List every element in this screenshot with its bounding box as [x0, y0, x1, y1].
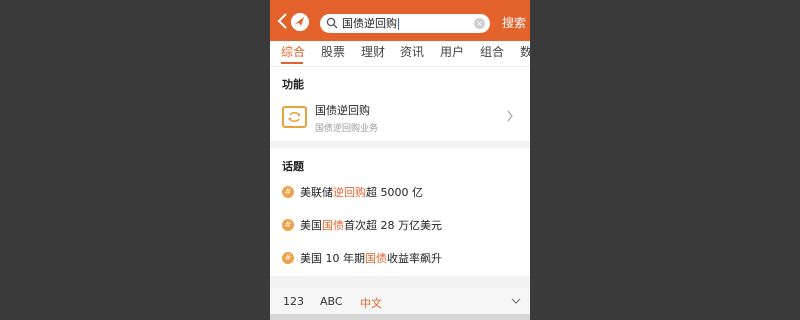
function-section-title: 功能	[282, 78, 304, 91]
function-item-name: 国债逆回购	[315, 104, 370, 117]
hashtag-icon: #	[282, 252, 294, 264]
topic-item[interactable]: # 美国 10 年期国债收益率飙升	[282, 251, 442, 267]
keyboard-numeric-button[interactable]: 123	[283, 295, 304, 308]
app-screen: 国债逆回购 × 搜索 综合 股票 理财 资讯 用户 组合 数 功能 国债逆回购 …	[270, 0, 530, 320]
category-tabs: 综合 股票 理财 资讯 用户 组合 数	[270, 41, 530, 67]
app-logo-icon	[291, 13, 309, 31]
topic-item[interactable]: # 美国国债首次超 28 万亿美元	[282, 218, 442, 234]
search-header: 国债逆回购 × 搜索	[270, 0, 530, 41]
tab-portfolio[interactable]: 组合	[480, 44, 504, 60]
function-item-subtitle: 国债逆回购业务	[315, 124, 379, 134]
chevron-down-icon[interactable]	[511, 298, 521, 304]
section-divider	[270, 141, 530, 148]
tab-comprehensive[interactable]: 综合	[281, 44, 305, 60]
exchange-icon	[282, 106, 307, 128]
active-tab-indicator	[281, 62, 303, 64]
search-input[interactable]: 国债逆回购 ×	[320, 14, 490, 33]
topic-section-title: 话题	[282, 160, 304, 173]
keyboard-area	[270, 314, 530, 320]
tab-data[interactable]: 数	[520, 44, 530, 60]
keyboard-abc-button[interactable]: ABC	[320, 295, 343, 308]
search-value: 国债逆回购	[342, 17, 399, 30]
chevron-right-icon	[507, 110, 513, 122]
tab-wealth[interactable]: 理财	[361, 44, 385, 60]
tab-stocks[interactable]: 股票	[321, 44, 345, 60]
back-arrow-icon[interactable]	[276, 12, 290, 30]
tab-news[interactable]: 资讯	[400, 44, 424, 60]
section-divider	[270, 276, 530, 288]
search-icon	[326, 17, 338, 29]
clear-icon[interactable]: ×	[474, 18, 485, 29]
tab-users[interactable]: 用户	[440, 44, 464, 60]
hashtag-icon: #	[282, 219, 294, 231]
topic-item[interactable]: # 美联储逆回购超 5000 亿	[282, 185, 423, 201]
hashtag-icon: #	[282, 186, 294, 198]
search-button[interactable]: 搜索	[502, 13, 526, 33]
text-caret	[398, 18, 399, 30]
keyboard-chinese-button[interactable]: 中文	[360, 295, 382, 311]
